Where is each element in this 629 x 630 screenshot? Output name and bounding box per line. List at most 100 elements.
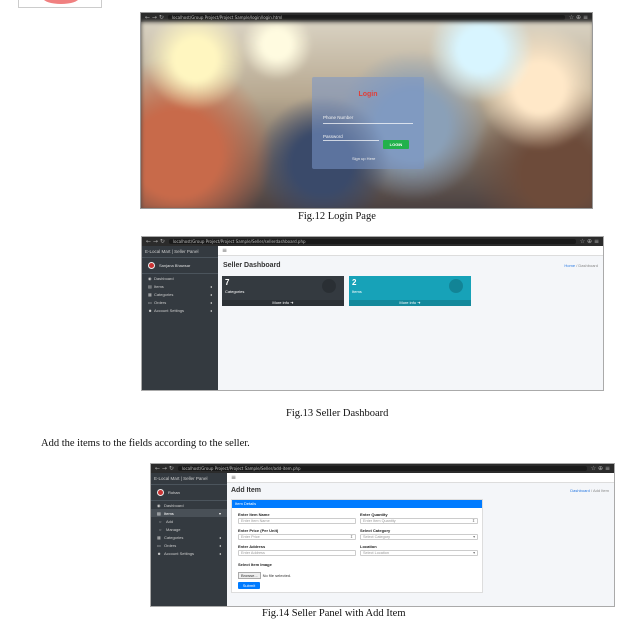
browser-bar: ← → ↻ localhost/Group Project/Project Sa… xyxy=(151,464,614,473)
main-content: ≡ Seller Dashboard Home / Dashboard 7 Ca… xyxy=(218,246,603,390)
address-label: Enter Address xyxy=(238,544,266,549)
hamburger-icon[interactable]: ≡ xyxy=(227,473,614,483)
items-label: Items xyxy=(352,289,362,294)
sidebar-item-label: Account Settings xyxy=(154,308,185,314)
user-panel: Sanjana Bhawsar xyxy=(142,258,218,274)
location-value: Select Location xyxy=(363,551,389,555)
sidebar-item-manage[interactable]: ○ Manage xyxy=(151,525,227,533)
sidebar-item-label: Categories xyxy=(154,291,174,297)
categories-label: Categories xyxy=(225,289,245,294)
fig12-caption: Fig.12 Login Page xyxy=(298,211,376,222)
browser-tools-icon[interactable]: ☆ ⊕ ≡ xyxy=(580,238,599,245)
location-label: Location xyxy=(360,544,377,549)
account-icon: ☻ xyxy=(157,550,162,556)
nav-arrows-icon[interactable]: ← → ↻ xyxy=(145,13,164,22)
sidebar-item-label: Account Settings xyxy=(164,550,195,556)
sidebar-item-label: Categories xyxy=(164,534,184,540)
address-bar[interactable]: localhost/Group Project/Project Sample/S… xyxy=(177,466,587,471)
main-content: ≡ Add Item Dashboard / Add Item Item Det… xyxy=(227,473,614,606)
location-select[interactable]: Select Location ▾ xyxy=(360,550,478,556)
breadcrumb-home[interactable]: Home xyxy=(564,263,575,268)
stepper-icon[interactable]: ⇕ xyxy=(350,535,353,540)
browser-bar: ← → ↻ localhost/Group Project/Project Sa… xyxy=(141,13,592,22)
sidebar-item-label: Items xyxy=(154,283,164,289)
sidebar-item-orders[interactable]: ▭ Orders ◂ xyxy=(142,299,218,307)
sidebar-item-account[interactable]: ☻ Account Settings ◂ xyxy=(142,307,218,315)
sidebar-item-label: Manage xyxy=(166,526,181,532)
sidebar-item-label: Orders xyxy=(164,542,177,548)
category-value: Select Category xyxy=(363,535,391,539)
hamburger-icon[interactable]: ≡ xyxy=(218,246,603,256)
sidebar-item-categories[interactable]: ▦ Categories ◂ xyxy=(142,290,218,298)
user-name[interactable]: Rohan xyxy=(168,490,180,495)
chevron-icon: ◂ xyxy=(209,283,212,289)
stepper-icon[interactable]: ⇕ xyxy=(472,519,475,524)
dashboard-icon: ◉ xyxy=(157,502,161,508)
item-name-input[interactable]: Enter Item Name xyxy=(238,518,356,524)
location-field: Location Select Location ▾ xyxy=(360,544,478,556)
chevron-icon: ◂ xyxy=(218,550,221,556)
sidebar-item-label: Orders xyxy=(154,300,167,306)
avatar xyxy=(157,489,164,496)
sidebar-item-add[interactable]: ○ Add xyxy=(151,517,227,525)
sidebar-item-dashboard[interactable]: ◉ Dashboard xyxy=(142,274,218,282)
signup-link[interactable]: Sign up Here xyxy=(352,156,375,161)
address-input[interactable]: Enter Address xyxy=(238,550,356,556)
quantity-placeholder: Enter Item Quantity xyxy=(363,519,396,523)
sidebar-item-items[interactable]: ▤ Items ◂ xyxy=(142,282,218,290)
login-card: Login Phone Number Password LOGIN Sign u… xyxy=(312,77,424,169)
login-button[interactable]: LOGIN xyxy=(383,140,409,149)
sidebar-item-items[interactable]: ▤ Items ▾ xyxy=(151,509,227,517)
chevron-icon: ◂ xyxy=(218,534,221,540)
price-placeholder: Enter Price xyxy=(241,535,260,539)
more-info-link[interactable]: More info ➜ xyxy=(349,300,471,306)
price-label: Enter Price (Per Unit) xyxy=(238,528,279,533)
breadcrumb-home[interactable]: Dashboard xyxy=(570,488,590,493)
circle-icon: ○ xyxy=(159,518,162,524)
breadcrumb: Home / Dashboard xyxy=(564,263,598,268)
sidebar-item-label: Add xyxy=(166,518,174,524)
chevron-icon: ◂ xyxy=(209,308,212,314)
users-icon xyxy=(322,279,336,293)
categories-count: 7 xyxy=(225,278,230,287)
sidebar-item-dashboard[interactable]: ◉ Dashboard xyxy=(151,501,227,509)
fig14-caption: Fig.14 Seller Panel with Add Item xyxy=(262,608,406,619)
logo-shape xyxy=(43,0,79,4)
sidebar: E-Local Mart | Seller Panel Rohan ◉ Dashb… xyxy=(151,473,227,606)
chevron-down-icon: ▾ xyxy=(473,535,475,539)
sidebar-item-orders[interactable]: ▭ Orders ◂ xyxy=(151,541,227,549)
brand[interactable]: E-Local Mart | Seller Panel xyxy=(151,473,227,485)
quantity-input[interactable]: Enter Item Quantity ⇕ xyxy=(360,518,478,524)
browse-button[interactable]: Browse... xyxy=(238,572,261,579)
item-name-label: Enter Item Name xyxy=(238,512,270,517)
user-panel: Rohan xyxy=(151,485,227,501)
brand[interactable]: E-Local Mart | Seller Panel xyxy=(142,246,218,258)
browser-bar: ← → ↻ localhost/Group Project/Project Sa… xyxy=(142,237,603,246)
nav-arrows-icon[interactable]: ← → ↻ xyxy=(155,464,174,473)
price-field: Enter Price (Per Unit) Enter Price ⇕ xyxy=(238,528,356,540)
phone-input[interactable] xyxy=(323,123,413,124)
submit-button[interactable]: Submit xyxy=(238,582,260,589)
browser-tools-icon[interactable]: ☆ ⊕ ≡ xyxy=(591,465,610,472)
sidebar-item-label: Dashboard xyxy=(154,275,174,281)
user-name[interactable]: Sanjana Bhawsar xyxy=(159,263,190,268)
circle-icon: ○ xyxy=(159,526,162,532)
chevron-icon: ◂ xyxy=(218,542,221,548)
more-info-link[interactable]: More info ➜ xyxy=(222,300,344,306)
sidebar-item-categories[interactable]: ▦ Categories ◂ xyxy=(151,533,227,541)
quantity-field: Enter Quantity Enter Item Quantity ⇕ xyxy=(360,512,478,524)
more-info-label: More info xyxy=(272,300,290,305)
avatar xyxy=(148,262,155,269)
categories-icon: ▦ xyxy=(157,534,161,540)
address-bar[interactable]: localhost/Group Project/Project Sample/l… xyxy=(167,15,565,20)
price-input[interactable]: Enter Price ⇕ xyxy=(238,534,356,540)
address-bar[interactable]: localhost/Group Project/Project Sample/S… xyxy=(168,239,576,244)
category-select[interactable]: Select Category ▾ xyxy=(360,534,478,540)
breadcrumb: Dashboard / Add Item xyxy=(570,488,609,493)
sidebar-item-account[interactable]: ☻ Account Settings ◂ xyxy=(151,549,227,557)
phone-label: Phone Number xyxy=(323,115,354,120)
nav-arrows-icon[interactable]: ← → ↻ xyxy=(146,237,165,246)
password-input[interactable] xyxy=(323,140,379,141)
browser-tools-icon[interactable]: ☆ ⊕ ≡ xyxy=(569,14,588,21)
breadcrumb-current: Dashboard xyxy=(578,263,598,268)
